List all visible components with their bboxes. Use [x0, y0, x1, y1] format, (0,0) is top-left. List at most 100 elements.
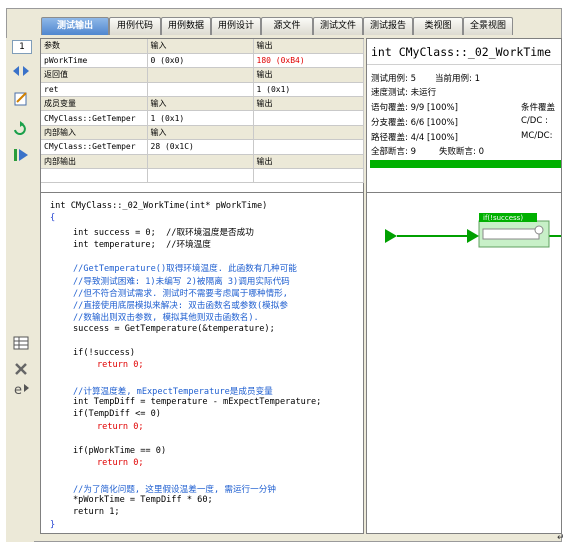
speed-test-status: 速度测试: 未运行 [371, 88, 437, 98]
table-cell[interactable]: 1 (0x1) [253, 82, 364, 98]
table-cell[interactable]: 输入 [147, 39, 254, 54]
table-cell[interactable]: CMyClass::GetTemper [41, 139, 148, 155]
table-row[interactable]: 成员变量 输入 输出 [41, 96, 364, 112]
coverage-stats-panel: int CMyClass::_02_WorkTime 测试用例: 5 当前用例:… [366, 38, 562, 194]
tab-test-output[interactable]: 测试输出 [41, 17, 109, 35]
table-cell[interactable] [147, 168, 254, 184]
svg-text:e: e [14, 383, 22, 398]
table-cell[interactable]: 0 (0x0) [147, 53, 254, 69]
table-cell[interactable]: 输入 [147, 96, 254, 112]
code-line: if(!success) [73, 348, 136, 358]
table-view-icon[interactable] [11, 334, 31, 352]
path-coverage: 路径覆盖: 4/4 [100%] [371, 133, 458, 143]
tab-test-report[interactable]: 测试报告 [363, 17, 413, 35]
flow-graph: if(!success) [385, 213, 561, 248]
code-line: int CMyClass::_02_WorkTime(int* pWorkTim… [50, 201, 268, 211]
tab-bar: 测试输出 用例代码 用例数据 用例设计 源文件 测试文件 测试报告 类视图 全景… [41, 9, 561, 35]
tab-case-code[interactable]: 用例代码 [109, 17, 161, 35]
table-cell[interactable]: ret [41, 82, 148, 98]
table-row[interactable]: 参数 输入 输出 [41, 39, 364, 54]
table-row[interactable]: 内部输入 输入 [41, 125, 364, 141]
code-line: if(pWorkTime == 0) [73, 446, 167, 456]
table-cell[interactable]: 输出 [253, 96, 364, 112]
table-cell[interactable] [253, 139, 364, 155]
code-line: //但不符合测试需求. 测试时不需要考虑属于哪种情形, [73, 288, 288, 299]
table-cell[interactable]: 180 (0xB4) [253, 53, 364, 69]
table-row[interactable]: 内部输出 输出 [41, 154, 364, 170]
edit-tool-icon[interactable] [11, 90, 31, 108]
table-cell[interactable]: pWorkTime [41, 53, 148, 69]
code-line: //计算温度差, mExpectTemperature是成员变量 [73, 386, 273, 397]
table-cell[interactable]: 输出 [253, 39, 364, 54]
table-cell[interactable]: 1 (0x1) [147, 110, 254, 126]
table-row[interactable]: CMyClass::GetTemper 28 (0x1C) [41, 139, 364, 155]
code-line: return 0; [97, 458, 144, 469]
table-cell[interactable]: 内部输入 [41, 125, 148, 141]
tab-test-file[interactable]: 测试文件 [313, 17, 363, 35]
table-row[interactable]: pWorkTime 0 (0x0) 180 (0xB4) [41, 53, 364, 69]
assert-failed: 失败断言: 0 [439, 147, 484, 157]
table-cell[interactable]: 输出 [253, 154, 364, 170]
code-line: return 0; [97, 360, 144, 371]
function-signature-title: int CMyClass::_02_WorkTime [371, 45, 552, 59]
tab-case-design[interactable]: 用例设计 [211, 17, 261, 35]
table-row[interactable]: CMyClass::GetTemper 1 (0x1) [41, 110, 364, 126]
table-row[interactable] [41, 168, 364, 184]
flow-node-inner [482, 228, 540, 240]
page-number[interactable]: 1 [12, 40, 32, 54]
table-row[interactable]: 返回值 输出 [41, 67, 364, 83]
code-line: if(TempDiff <= 0) [73, 409, 161, 420]
refresh-icon[interactable] [11, 120, 31, 138]
code-line: //为了简化问题, 这里假设温差一度, 需运行一分钟 [73, 484, 276, 495]
table-cell[interactable] [253, 110, 364, 126]
current-case: 当前用例: 1 [435, 74, 480, 84]
code-line: int success = 0; //取环境温度是否成功 [73, 227, 254, 238]
flow-node-label: if(!success) [483, 214, 523, 222]
condition-coverage: 条件覆盖 [521, 103, 556, 113]
table-cell[interactable] [147, 82, 254, 98]
step-run-icon[interactable] [11, 146, 31, 164]
table-row[interactable]: ret 1 (0x1) [41, 82, 364, 98]
flow-node-toggle[interactable] [534, 225, 544, 235]
tab-source-file[interactable]: 源文件 [261, 17, 313, 35]
mcdc-coverage: MC/DC: [521, 131, 553, 141]
code-line: //直接使用底层模拟来解决: 双击函数名或参数(模拟参 [73, 301, 288, 311]
flow-start-arrow [385, 229, 397, 243]
table-cell[interactable]: 返回值 [41, 67, 148, 83]
return-mark: ↵ [557, 533, 565, 543]
tab-panorama-view[interactable]: 全景视图 [463, 17, 513, 35]
table-cell[interactable] [253, 168, 364, 184]
table-cell[interactable]: 28 (0x1C) [147, 139, 254, 155]
tab-class-view[interactable]: 类视图 [413, 17, 463, 35]
delete-icon[interactable] [11, 360, 31, 378]
left-toolbar: 1 e [6, 38, 34, 542]
parameter-table: 参数 输入 输出 pWorkTime 0 (0x0) 180 (0xB4) 返回值 输出 ret… [40, 38, 364, 194]
flow-graph-view[interactable]: if(!success) [366, 192, 562, 534]
branch-coverage: 分支覆盖: 6/6 [100%] [371, 118, 458, 128]
code-line: int temperature; //环境温度 [73, 239, 211, 250]
table-cell[interactable] [147, 154, 254, 170]
table-cell[interactable]: 参数 [41, 39, 148, 54]
code-line: } [50, 519, 56, 530]
code-line: return 0; [97, 421, 144, 432]
code-line: { [50, 213, 56, 224]
table-cell[interactable]: 成员变量 [41, 96, 148, 112]
navigate-arrows-icon[interactable] [11, 62, 31, 80]
tab-case-data[interactable]: 用例数据 [161, 17, 211, 35]
flow-arrow [467, 229, 479, 243]
code-line: return 1; [73, 507, 120, 518]
table-cell[interactable]: CMyClass::GetTemper [41, 110, 148, 126]
coverage-progress-bar [370, 160, 561, 168]
export-icon[interactable]: e [11, 380, 31, 398]
statement-coverage: 语句覆盖: 9/9 [100%] [371, 103, 458, 113]
table-cell[interactable] [253, 125, 364, 141]
code-line: //数输出则双击参数, 模拟其他则双击函数名). [73, 313, 259, 324]
source-code-view[interactable]: int CMyClass::_02_WorkTime(int* pWorkTim… [40, 192, 364, 534]
test-case-count: 测试用例: 5 [371, 74, 416, 84]
table-cell[interactable]: 内部输出 [41, 154, 148, 170]
table-cell[interactable]: 输出 [253, 67, 364, 83]
table-cell[interactable]: 输入 [147, 125, 254, 141]
code-line: //GetTemperature()取得环境温度. 此函数有几种可能 [73, 264, 297, 275]
table-cell[interactable] [147, 67, 254, 83]
table-cell[interactable] [41, 168, 148, 184]
